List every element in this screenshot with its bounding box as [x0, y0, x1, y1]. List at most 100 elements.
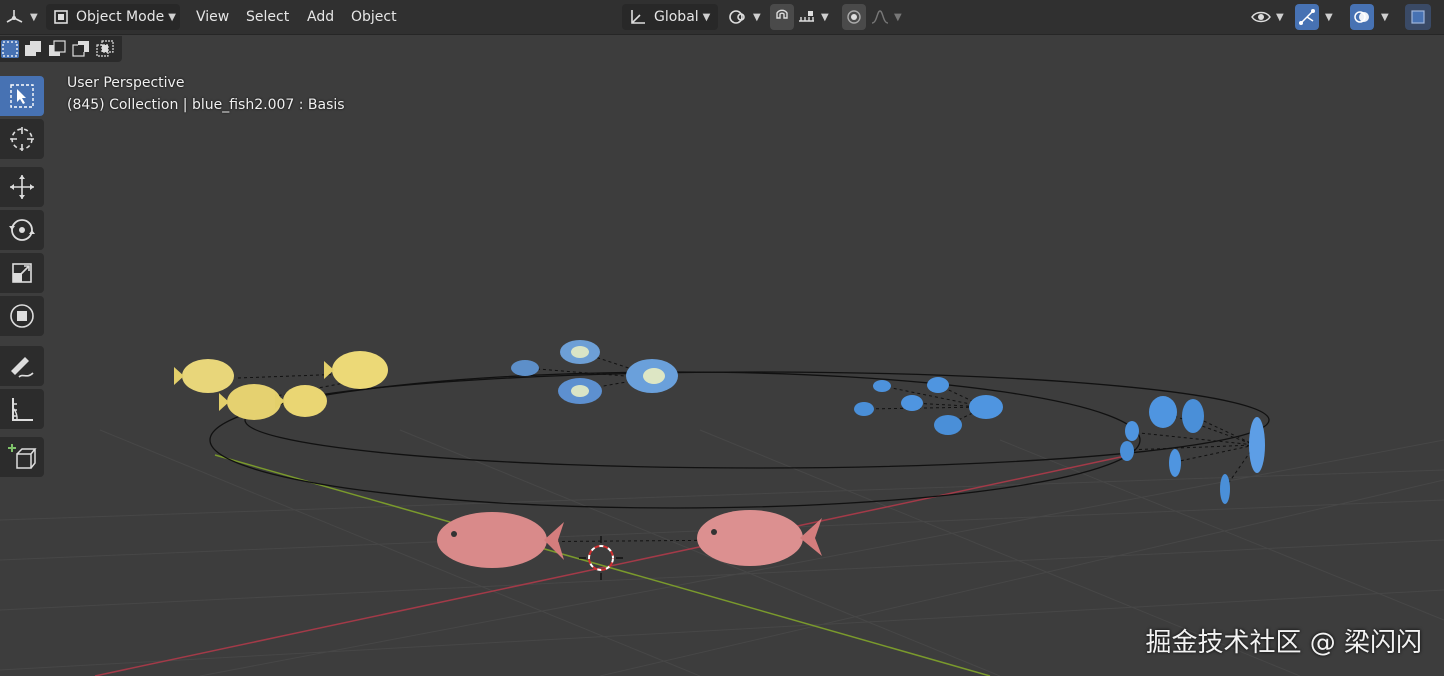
y-axis-line [214, 454, 991, 676]
pivot-point-icon [727, 7, 749, 27]
angelfish [626, 359, 678, 393]
3d-cursor [579, 536, 623, 580]
measure-ruler-icon [7, 394, 37, 424]
move-tool[interactable] [0, 167, 44, 207]
annotate-pen-icon [7, 351, 37, 381]
editor-type-selector[interactable]: ▼ [4, 4, 38, 30]
chevron-down-icon: ▼ [1276, 11, 1284, 23]
measure-tool[interactable] [0, 389, 44, 429]
overlay-icon [1353, 8, 1371, 26]
overlay-toggle[interactable] [1350, 4, 1374, 30]
falloff-selector[interactable]: ▼ [870, 4, 906, 30]
blue-fish [873, 380, 891, 392]
path-circle-outer [209, 371, 1141, 509]
transform-tool[interactable] [0, 296, 44, 336]
cursor-tool[interactable] [0, 119, 44, 159]
viewport-header: ▼ Object Mode ▼ View Select Add Object G… [0, 0, 1444, 35]
blue-fish [927, 377, 949, 393]
red-snapper [437, 512, 564, 568]
menu-view[interactable]: View [188, 4, 237, 30]
angelfish-group [511, 340, 678, 404]
yellow-fish-group [174, 351, 388, 420]
select-new-icon[interactable] [1, 40, 19, 58]
blue-fish-group [854, 377, 1003, 435]
yellow-fish [275, 385, 327, 417]
transform-icon [7, 301, 37, 331]
tang-fish [1249, 417, 1265, 473]
yellow-fish [174, 359, 234, 393]
chevron-down-icon: ▼ [30, 11, 38, 23]
select-subtract-icon[interactable] [48, 40, 66, 58]
chevron-down-icon: ▼ [702, 11, 711, 23]
scale-icon [7, 258, 37, 288]
snap-magnet-icon [773, 8, 791, 26]
blue-fish [969, 395, 1003, 419]
angelfish [511, 360, 539, 376]
menu-object[interactable]: Object [343, 4, 405, 30]
snap-increment-icon [797, 8, 817, 26]
yellow-fish [324, 351, 388, 389]
select-intersect-icon[interactable] [96, 40, 114, 58]
annotate-tool[interactable] [0, 346, 44, 386]
scene-info: (845) Collection | blue_fish2.007 : Basi… [67, 97, 345, 113]
object-mode-icon [52, 8, 70, 26]
blue-fish [934, 415, 962, 435]
select-invert-icon[interactable] [72, 40, 90, 58]
tang-fish [1125, 421, 1139, 441]
rotate-icon [7, 215, 37, 245]
tang-fish [1169, 449, 1181, 477]
gizmo-icon [1298, 8, 1316, 26]
scale-tool[interactable] [0, 253, 44, 293]
select-box-tool[interactable] [0, 76, 44, 116]
falloff-curve-icon [870, 8, 890, 26]
cursor-arrow-icon [7, 81, 37, 111]
proportional-edit-toggle[interactable] [842, 4, 866, 30]
chevron-down-icon: ▼ [821, 11, 829, 23]
transform-orientation-selector[interactable]: Global ▼ [622, 4, 718, 30]
chevron-down-icon: ▼ [753, 11, 761, 23]
pivot-point-selector[interactable]: ▼ [727, 4, 765, 30]
path-circle-inner [244, 371, 1270, 469]
tang-fish [1220, 474, 1230, 504]
chevron-down-icon: ▼ [1325, 11, 1333, 23]
xray-toggle[interactable] [1405, 4, 1431, 30]
tang-fish [1182, 399, 1204, 433]
view-name: User Perspective [67, 75, 185, 91]
chevron-down-icon: ▼ [1381, 11, 1389, 23]
gizmo-dropdown[interactable]: ▼ [1321, 4, 1337, 30]
blue-fish [901, 395, 923, 411]
mode-selector[interactable]: Object Mode ▼ [46, 4, 180, 30]
rotate-tool[interactable] [0, 210, 44, 250]
3d-cursor-icon [7, 124, 37, 154]
proportional-edit-icon [845, 8, 863, 26]
angelfish [558, 378, 602, 404]
yellow-fish [219, 384, 281, 420]
menu-select[interactable]: Select [238, 4, 297, 30]
mode-label: Object Mode [76, 9, 165, 25]
visibility-selector[interactable]: ▼ [1250, 4, 1288, 30]
selection-mode-row [0, 36, 122, 62]
gizmo-toggle[interactable] [1295, 4, 1319, 30]
editor-type-icon [4, 7, 26, 27]
chevron-down-icon: ▼ [168, 11, 176, 23]
overlay-dropdown[interactable]: ▼ [1377, 4, 1393, 30]
move-arrows-icon [7, 172, 37, 202]
menu-add[interactable]: Add [299, 4, 342, 30]
eye-icon [1250, 8, 1272, 26]
blue-fish [854, 402, 874, 416]
select-extend-icon[interactable] [24, 40, 42, 58]
orientation-label: Global [654, 9, 699, 25]
snap-toggle[interactable] [770, 4, 794, 30]
angelfish [560, 340, 600, 364]
add-cube-icon [7, 442, 37, 472]
orientation-axes-icon [628, 8, 648, 26]
xray-icon [1409, 8, 1427, 26]
tang-fish [1149, 396, 1177, 428]
add-cube-tool[interactable] [0, 437, 44, 477]
chevron-down-icon: ▼ [894, 11, 902, 23]
snapper-group [437, 510, 822, 568]
tang-fish [1120, 441, 1134, 461]
snap-target-selector[interactable]: ▼ [797, 4, 833, 30]
red-snapper [697, 510, 822, 566]
x-axis-line [94, 454, 1131, 676]
